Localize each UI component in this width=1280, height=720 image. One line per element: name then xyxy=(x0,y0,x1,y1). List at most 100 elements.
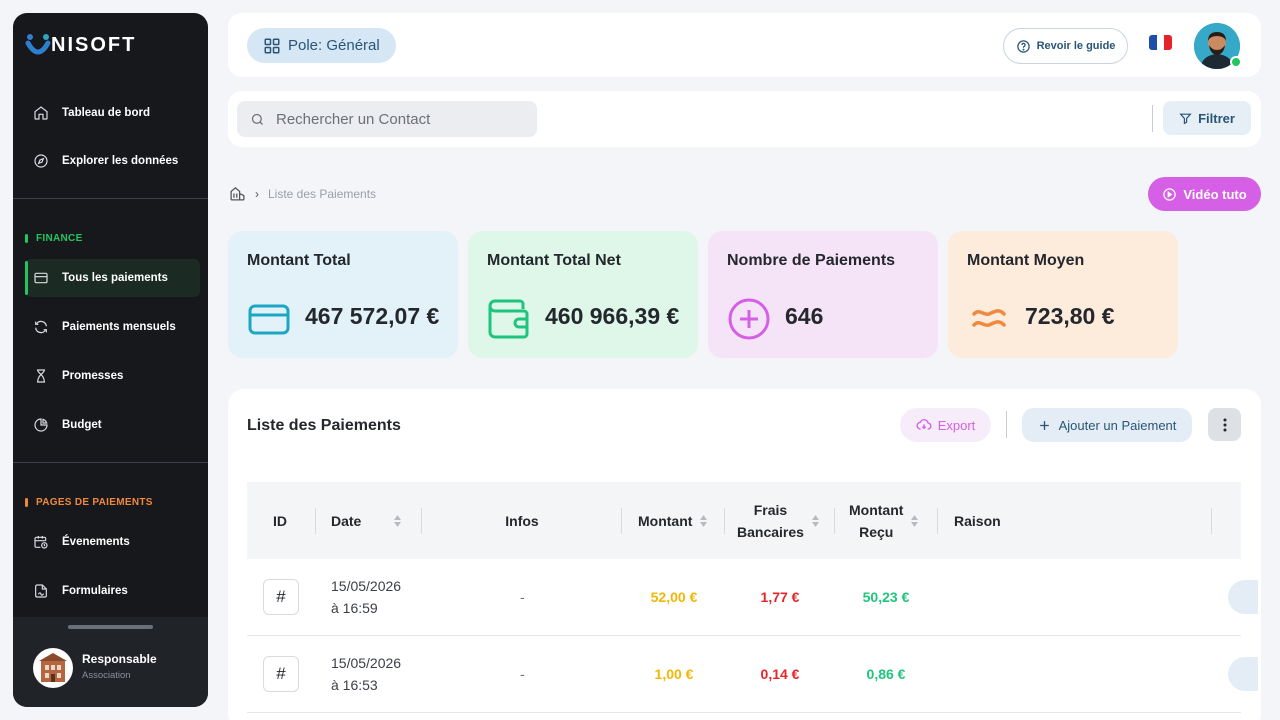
contact-search-input[interactable]: Rechercher un Contact xyxy=(237,101,537,137)
video-tutorial-button[interactable]: Vidéo tuto xyxy=(1148,177,1261,211)
pole-selector[interactable]: Pole: Général xyxy=(247,28,396,63)
row-montant: 52,00 € xyxy=(650,589,698,605)
stat-title: Montant Moyen xyxy=(967,252,1085,269)
column-frais-bancaires[interactable]: Frais Bancaires xyxy=(737,482,820,559)
column-label: Reçu xyxy=(859,523,894,540)
column-date[interactable]: Date xyxy=(331,482,402,559)
column-label: Raison xyxy=(954,512,1001,529)
stat-value: 467 572,07 € xyxy=(305,303,440,329)
sidebar-item-dashboard[interactable]: Tableau de bord xyxy=(25,94,200,132)
breadcrumb-current: Liste des Paiements xyxy=(268,186,377,201)
sidebar-item-monthly-payments[interactable]: Paiements mensuels xyxy=(25,308,200,346)
sidebar-item-label: Tous les paiements xyxy=(62,272,168,284)
filter-button[interactable]: Filtrer xyxy=(1163,101,1251,135)
video-label: Vidéo tuto xyxy=(1183,186,1247,202)
resize-handle[interactable] xyxy=(68,625,153,629)
stat-value: 460 966,39 € xyxy=(545,303,680,329)
column-montant[interactable]: Montant xyxy=(638,482,708,559)
wallet-icon xyxy=(488,299,529,339)
help-circle-icon xyxy=(1016,39,1030,53)
table-row[interactable]: # 15/05/2026 à 16:59 - 52,00 € 1,77 € 50,… xyxy=(247,559,1258,636)
column-label: Date xyxy=(331,512,362,529)
sidebar-divider xyxy=(13,462,208,463)
logo-icon xyxy=(25,34,51,55)
sidebar-item-label: Budget xyxy=(62,419,102,431)
brand-logo[interactable]: NISOFT xyxy=(25,33,136,57)
grid-icon xyxy=(264,38,280,53)
section-payment-pages: PAGES DE PAIEMENTS xyxy=(25,497,153,508)
hourglass-icon xyxy=(37,369,45,383)
column-separator xyxy=(834,508,835,534)
user-role: Association xyxy=(82,670,131,681)
row-infos: - xyxy=(520,589,525,605)
more-options-button[interactable] xyxy=(1208,408,1241,441)
sidebar-item-all-payments[interactable]: Tous les paiements xyxy=(25,259,200,297)
column-label: Montant xyxy=(638,512,693,529)
sidebar-item-forms[interactable]: Formulaires xyxy=(25,572,200,610)
calendar-clock-icon xyxy=(34,536,48,549)
column-infos[interactable]: Infos xyxy=(422,482,622,559)
plus-icon xyxy=(1039,420,1049,430)
sidebar-item-label: Formulaires xyxy=(62,585,128,597)
search-icon xyxy=(251,113,263,125)
column-id[interactable]: ID xyxy=(273,482,287,559)
column-separator xyxy=(315,508,316,534)
add-payment-button[interactable]: Ajouter un Paiement xyxy=(1022,408,1192,442)
row-action-button[interactable] xyxy=(1228,580,1258,614)
filter-icon xyxy=(1179,113,1192,124)
sidebar-item-explore[interactable]: Explorer les données xyxy=(25,142,200,180)
column-separator xyxy=(724,508,725,534)
sidebar-item-events[interactable]: Évenements xyxy=(25,523,200,561)
sidebar-item-label: Explorer les données xyxy=(62,155,179,167)
sidebar-item-promises[interactable]: Promesses xyxy=(25,357,200,395)
time-value: à 16:53 xyxy=(331,677,378,693)
column-label: Montant xyxy=(849,501,904,518)
pole-label: Pole: Général xyxy=(288,37,380,54)
export-button[interactable]: Export xyxy=(900,408,991,442)
date-value: 15/05/2026 xyxy=(331,655,402,671)
chevron-right-icon: › xyxy=(255,186,259,201)
french-flag-icon[interactable] xyxy=(1149,35,1172,50)
table-row[interactable]: # 15/05/2026 à 16:53 - 1,00 € 0,14 € 0,86… xyxy=(247,636,1258,713)
sidebar-item-label: Promesses xyxy=(62,370,124,382)
compass-icon xyxy=(34,154,48,168)
export-label: Export xyxy=(937,417,976,433)
user-name: Responsable xyxy=(82,652,157,666)
column-separator xyxy=(621,508,622,534)
stat-card-total-net: Montant Total Net 460 966,39 € xyxy=(468,231,698,358)
stat-card-average-amount: Montant Moyen 723,80 € xyxy=(948,231,1178,358)
row-montant-recu: 50,23 € xyxy=(862,589,910,605)
brand-name: NISOFT xyxy=(51,33,137,56)
review-guide-button[interactable]: Revoir le guide xyxy=(1003,28,1128,64)
online-status-indicator xyxy=(1230,56,1242,68)
file-signature-icon xyxy=(35,584,47,598)
sidebar-item-budget[interactable]: Budget xyxy=(25,406,200,444)
guide-label: Revoir le guide xyxy=(1036,40,1116,52)
sidebar-divider xyxy=(13,198,208,199)
organization-avatar xyxy=(33,648,73,688)
top-bar: Pole: Général Revoir le guide xyxy=(228,13,1261,77)
building-icon[interactable] xyxy=(229,185,246,202)
row-date: 15/05/2026 à 16:59 xyxy=(331,575,401,619)
date-value: 15/05/2026 xyxy=(331,578,402,594)
column-raison[interactable]: Raison xyxy=(954,482,1001,559)
stat-title: Montant Total Net xyxy=(487,252,621,269)
sidebar: NISOFT Tableau de bord Explorer les donn… xyxy=(13,13,208,707)
user-profile[interactable]: Responsable Association xyxy=(13,617,208,707)
credit-card-icon xyxy=(34,272,48,284)
search-placeholder: Rechercher un Contact xyxy=(276,110,431,128)
column-separator xyxy=(1211,508,1212,534)
column-separator xyxy=(937,508,938,534)
breadcrumb: › Liste des Paiements xyxy=(229,185,376,202)
row-id-button[interactable]: # xyxy=(263,579,299,615)
play-circle-icon xyxy=(1163,187,1177,201)
stat-title: Nombre de Paiements xyxy=(727,252,896,269)
row-frais: 1,77 € xyxy=(760,589,800,605)
column-montant-recu[interactable]: Montant Reçu xyxy=(849,482,919,559)
row-id-button[interactable]: # xyxy=(263,656,299,692)
stat-value: 723,80 € xyxy=(1025,303,1115,329)
row-action-button[interactable] xyxy=(1228,657,1258,691)
row-frais: 0,14 € xyxy=(760,666,800,682)
row-date: 15/05/2026 à 16:53 xyxy=(331,652,401,696)
row-infos: - xyxy=(520,666,525,682)
